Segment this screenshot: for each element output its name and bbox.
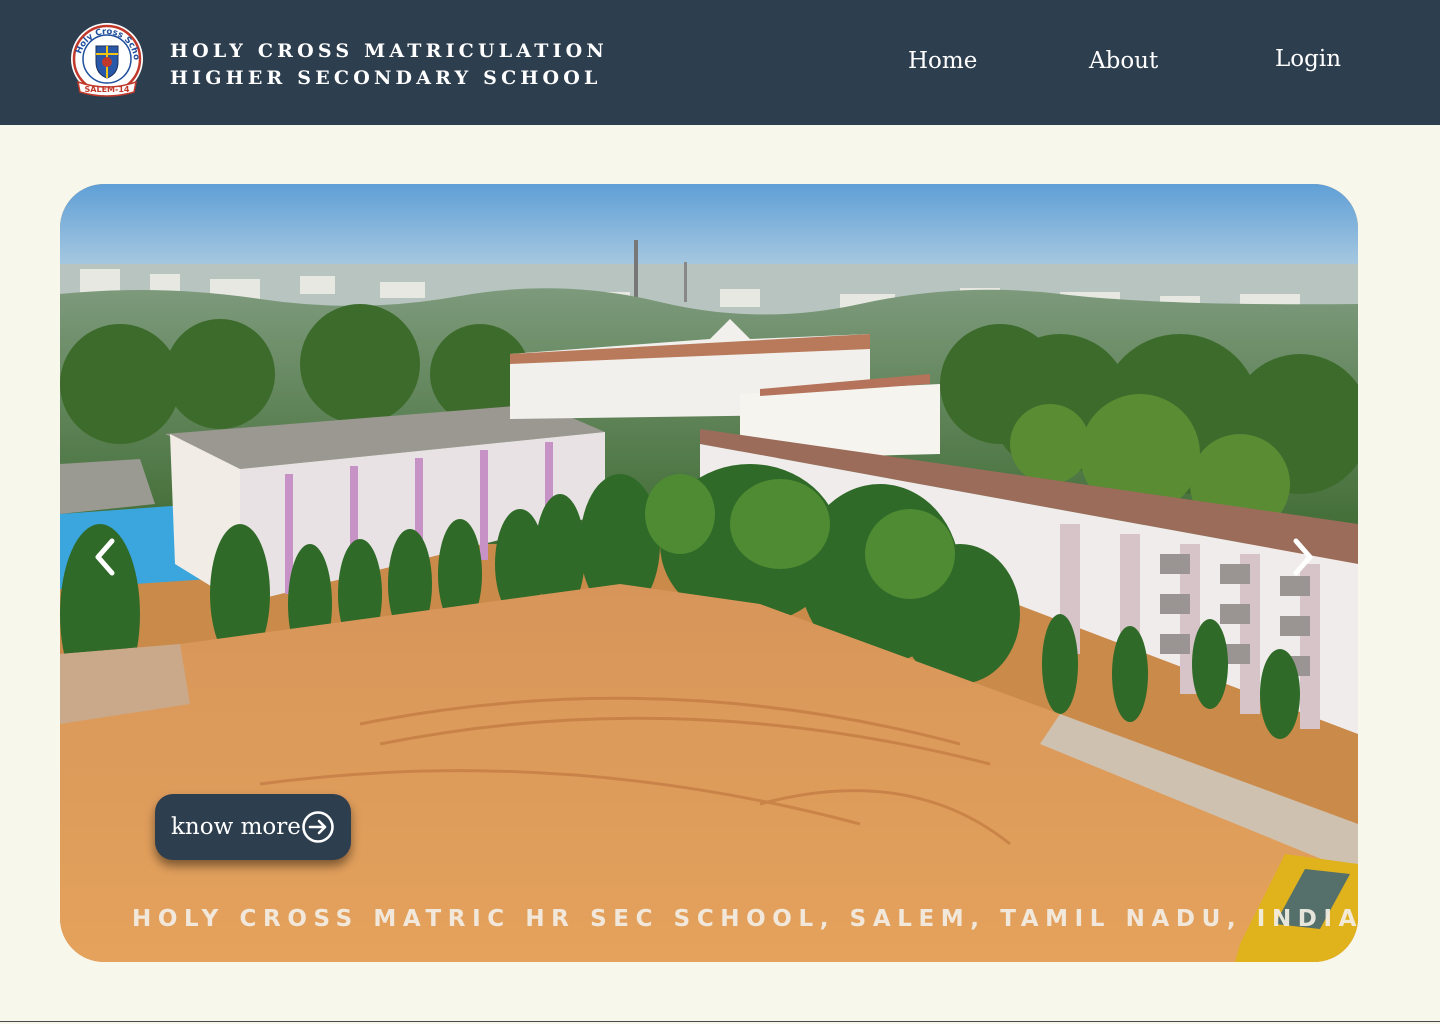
nav-home-link[interactable]: Home — [908, 48, 977, 74]
page-divider — [0, 1021, 1440, 1022]
chevron-left-icon — [95, 538, 115, 576]
school-logo[interactable]: Holy Cross School SALEM-14 — [65, 15, 146, 100]
top-navbar: Holy Cross School SALEM-14 HOLY CROSS MA… — [0, 0, 1440, 125]
school-name: HOLY CROSS MATRICULATION HIGHER SECONDAR… — [170, 38, 608, 92]
carousel-next-button[interactable] — [1278, 532, 1328, 582]
logo-ribbon-text: SALEM-14 — [85, 85, 130, 94]
school-name-line2: HIGHER SECONDARY SCHOOL — [170, 67, 602, 89]
know-more-button[interactable]: know more — [155, 794, 351, 860]
school-crest-icon: Holy Cross School SALEM-14 — [65, 15, 143, 97]
nav-login-link[interactable]: Login — [1275, 46, 1341, 72]
chevron-right-icon — [1293, 538, 1313, 576]
arrow-right-circle-icon — [302, 811, 334, 843]
hero-caption: HOLY CROSS MATRIC HR SEC SCHOOL, SALEM, … — [132, 906, 1358, 932]
nav-about-link[interactable]: About — [1089, 48, 1158, 74]
hero-carousel: know more HOLY CROSS MATRIC HR SEC SCHOO… — [60, 184, 1358, 962]
carousel-prev-button[interactable] — [80, 532, 130, 582]
school-name-line1: HOLY CROSS MATRICULATION — [170, 40, 608, 62]
know-more-label: know more — [171, 814, 301, 840]
